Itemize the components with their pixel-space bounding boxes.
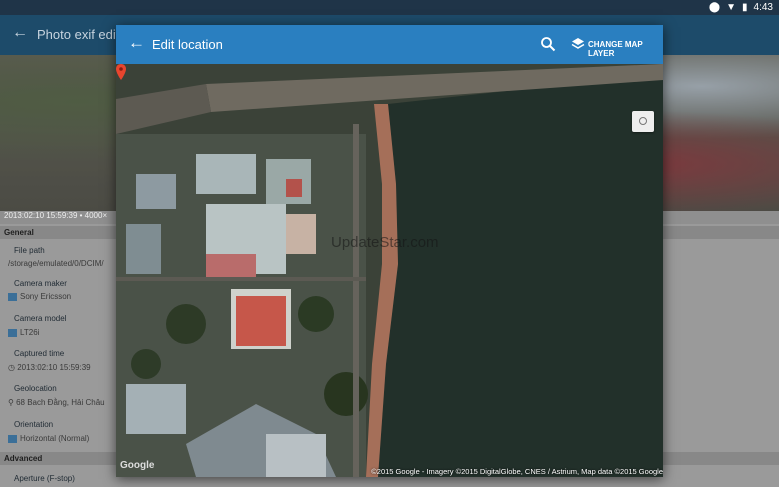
edit-location-dialog: ← Edit location CHANGE MAP LAYER UpdateS… [116,25,663,477]
layers-icon[interactable] [571,37,585,51]
camera-maker-icon [8,292,17,301]
map-pin-icon[interactable] [116,64,126,80]
field-label[interactable]: Orientation [14,420,53,429]
back-arrow-icon[interactable]: ← [12,24,28,42]
field-value-text: 2013:02:10 15:59:39 [17,363,91,372]
my-location-button[interactable] [632,111,654,132]
status-bar: ⬤ ▼ ▮ 4:43 [0,0,779,15]
photo-caption: 2013:02:10 15:59:39 • 4000× [4,211,108,220]
field-value: ⚲ 68 Bach Đằng, Hải Châu [8,398,105,407]
location-icon: ⬤ [708,2,721,13]
field-value: Sony Ericsson [8,292,71,301]
search-icon[interactable] [540,36,556,52]
watermark-text: UpdateStar.com [331,234,439,251]
field-value: /storage/emulated/0/DCIM/ [8,259,104,268]
field-value-text: Horizontal (Normal) [20,434,90,443]
status-icons: ⬤ ▼ ▮ 4:43 [709,1,773,14]
field-label[interactable]: Aperture (F-stop) [14,474,75,483]
app-title: Photo exif edit [37,27,120,42]
dialog-toolbar: ← Edit location CHANGE MAP LAYER [116,25,663,64]
google-logo: Google [120,460,155,471]
orientation-icon [8,434,17,443]
battery-icon: ▮ [742,2,748,13]
field-value-text: Sony Ericsson [20,292,72,301]
field-value: ◷ 2013:02:10 15:59:39 [8,363,91,372]
field-label[interactable]: Camera model [14,314,66,323]
change-map-layer-button[interactable]: CHANGE MAP LAYER [588,40,663,58]
map-pin-icon: ⚲ [8,398,17,407]
field-value-text: LT26i [20,328,40,337]
field-label[interactable]: File path [14,246,45,255]
field-label[interactable]: Camera maker [14,279,67,288]
back-arrow-icon[interactable]: ← [128,34,145,52]
field-value-text: 68 Bach Đằng, Hải Châu [16,398,105,407]
camera-icon [8,328,17,337]
field-label[interactable]: Geolocation [14,384,57,393]
map-imagery [116,64,663,477]
wifi-icon: ▼ [726,2,737,13]
field-label[interactable]: Captured time [14,349,64,358]
map-attribution: ©2015 Google - Imagery ©2015 DigitalGlob… [371,467,663,476]
status-time: 4:43 [753,2,773,13]
dialog-title: Edit location [152,37,223,52]
field-value: Horizontal (Normal) [8,434,89,443]
field-value: LT26i [8,328,39,337]
my-location-icon [639,117,647,125]
satellite-map[interactable]: UpdateStar.com Google ©2015 Google - Ima… [116,64,663,477]
clock-icon: ◷ [8,363,18,372]
